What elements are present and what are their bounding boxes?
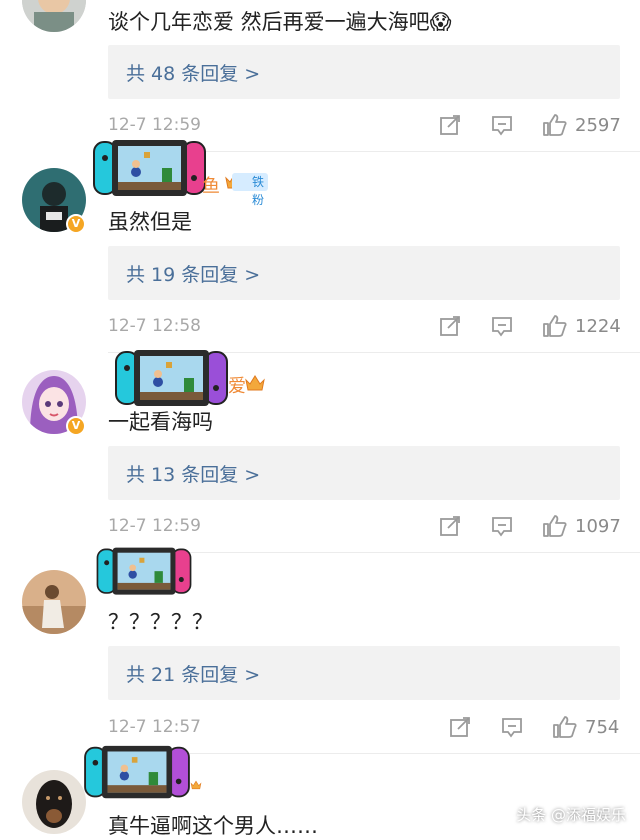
comment-icon[interactable] (500, 715, 524, 739)
like-icon[interactable] (552, 715, 578, 739)
comment-meta: 12-7 12:58 1224 (108, 314, 621, 342)
comment-icon[interactable] (490, 514, 514, 538)
comment-time: 12-7 12:59 (108, 516, 201, 536)
watermark: 头条 @添福娱乐 (516, 806, 626, 824)
comment-text: 虽然但是 (108, 210, 192, 234)
like-count: 1224 (575, 316, 621, 337)
avatar[interactable] (22, 770, 86, 834)
replies-label: 共 13 条回复 > (126, 464, 261, 486)
like-icon[interactable] (542, 514, 568, 538)
share-icon[interactable] (438, 113, 462, 137)
comment-time: 12-7 12:57 (108, 717, 201, 737)
comment-time: 12-7 12:58 (108, 316, 201, 336)
user-name[interactable]: 鱼 (202, 172, 220, 198)
like-count: 2597 (575, 115, 621, 136)
like-icon[interactable] (542, 113, 568, 137)
view-replies-button[interactable]: 共 19 条回复 > (108, 246, 620, 300)
crown-badge-icon (245, 375, 265, 391)
replies-label: 共 19 条回复 > (126, 264, 261, 286)
comment-text: 谈个几年恋爱 然后再爱一遍大海吧😱 (108, 10, 452, 34)
switch-console-sticker-icon (115, 350, 228, 406)
switch-console-sticker-icon (96, 547, 192, 595)
verified-badge-icon: V (66, 214, 86, 234)
like-count: 754 (585, 717, 620, 738)
crown-badge-icon (190, 780, 202, 790)
switch-console-sticker-icon (93, 140, 206, 196)
share-icon[interactable] (448, 715, 472, 739)
share-icon[interactable] (438, 314, 462, 338)
replies-label: 共 48 条回复 > (126, 63, 261, 85)
comment-icon[interactable] (490, 113, 514, 137)
view-replies-button[interactable]: 共 13 条回复 > (108, 446, 620, 500)
avatar[interactable] (22, 0, 86, 32)
comment-meta: 12-7 12:57 754 (108, 715, 620, 743)
comment-text: 真牛逼啊这个男人…… (108, 814, 318, 838)
avatar[interactable] (22, 570, 86, 634)
view-replies-button[interactable]: 共 48 条回复 > (108, 45, 620, 99)
switch-console-sticker-icon (84, 745, 190, 799)
comment-time: 12-7 12:59 (108, 115, 201, 135)
view-replies-button[interactable]: 共 21 条回复 > (108, 646, 620, 700)
comment-meta: 12-7 12:59 1097 (108, 514, 621, 542)
share-icon[interactable] (438, 514, 462, 538)
comment-meta: 12-7 12:59 2597 (108, 113, 621, 141)
comment-icon[interactable] (490, 314, 514, 338)
like-count: 1097 (575, 516, 621, 537)
comment-text: ？？？？？ (108, 610, 213, 634)
verified-badge-icon: V (66, 416, 86, 436)
replies-label: 共 21 条回复 > (126, 664, 261, 686)
fan-badge: 铁粉 (232, 173, 269, 207)
like-icon[interactable] (542, 314, 568, 338)
comment-text: 一起看海吗 (108, 410, 213, 434)
